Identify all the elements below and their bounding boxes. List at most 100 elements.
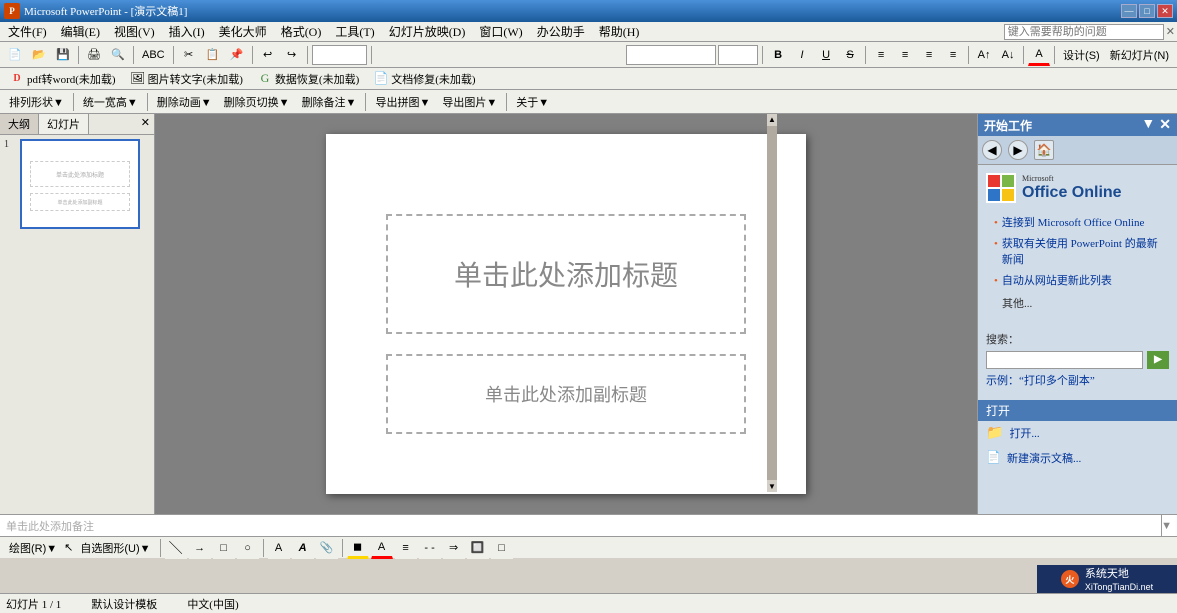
- watermark-icon: 火: [1061, 570, 1079, 588]
- align-center-button[interactable]: ≡: [894, 44, 916, 66]
- draw-button[interactable]: 绘图(R)▼: [4, 538, 62, 558]
- scroll-thumb-v[interactable]: [767, 126, 777, 480]
- export-img-button[interactable]: 导出图片▼: [437, 92, 502, 112]
- rp-search-go-button[interactable]: ▶: [1147, 351, 1169, 369]
- open-button[interactable]: 📂: [28, 44, 50, 66]
- dash-style-button[interactable]: - -: [419, 537, 441, 559]
- italic-button[interactable]: I: [791, 44, 813, 66]
- rp-close-button[interactable]: ✕: [1159, 117, 1171, 134]
- align-right-button[interactable]: ≡: [918, 44, 940, 66]
- title-placeholder[interactable]: 单击此处添加标题: [386, 214, 746, 334]
- clip-button[interactable]: 📎: [316, 537, 338, 559]
- menu-help[interactable]: 帮助(H): [593, 21, 646, 42]
- spell-button[interactable]: ABC: [138, 44, 169, 66]
- align-left-button[interactable]: ≡: [870, 44, 892, 66]
- open-file-button[interactable]: 📁 打开...: [978, 421, 1177, 446]
- datarecovery-plugin[interactable]: G 数据恢复(未加载): [252, 69, 364, 89]
- other-link[interactable]: 其他...: [986, 293, 1169, 317]
- menu-beautify[interactable]: 美化大师: [213, 21, 273, 42]
- about-button[interactable]: 关于▼: [511, 92, 554, 112]
- arrange-shapes-button[interactable]: 排列形状▼: [4, 92, 69, 112]
- slide-thumbnail-1[interactable]: 1 单击此处添加标题 单击此处添加副标题: [4, 139, 150, 229]
- docrepair-plugin[interactable]: 📄 文档修复(未加载): [368, 69, 480, 89]
- menu-edit[interactable]: 编辑(E): [55, 21, 106, 42]
- menu-assistant[interactable]: 办公助手: [531, 21, 591, 42]
- line-button[interactable]: ＼: [165, 537, 187, 559]
- help-search-input[interactable]: [1004, 24, 1164, 40]
- del-transition-button[interactable]: 删除页切换▼: [219, 92, 295, 112]
- autoshapes-button[interactable]: 自选图形(U)▼: [75, 538, 155, 558]
- tab-slides[interactable]: 幻灯片: [39, 114, 89, 134]
- oval-button[interactable]: ○: [237, 537, 259, 559]
- bold-button[interactable]: B: [767, 44, 789, 66]
- del-notes-button[interactable]: 删除备注▼: [297, 92, 362, 112]
- undo-button[interactable]: ↩: [257, 44, 279, 66]
- rp-search-input[interactable]: [986, 351, 1143, 369]
- search-example-text: 示例：“打印多个副本”: [986, 375, 1095, 387]
- rect-button[interactable]: □: [213, 537, 235, 559]
- menu-file[interactable]: 文件(F): [2, 21, 53, 42]
- new-button[interactable]: 📄: [4, 44, 26, 66]
- menu-slideshow[interactable]: 幻灯片放映(D): [383, 21, 472, 42]
- pdf2word-plugin[interactable]: D pdf转word(未加载): [4, 69, 121, 89]
- textbox-button[interactable]: A: [268, 537, 290, 559]
- arrow-button[interactable]: →: [189, 537, 211, 559]
- close-button[interactable]: ✕: [1157, 4, 1173, 18]
- notes-placeholder[interactable]: 单击此处添加备注: [6, 518, 94, 534]
- menu-view[interactable]: 视图(V): [108, 21, 161, 42]
- slide-canvas[interactable]: 单击此处添加标题 单击此处添加副标题: [326, 134, 806, 494]
- font-size-input[interactable]: 18: [718, 45, 758, 65]
- redo-button[interactable]: ↪: [281, 44, 303, 66]
- rp-back-button[interactable]: ◀: [982, 140, 1002, 160]
- decrease-font-button[interactable]: A↓: [997, 44, 1019, 66]
- line-style-button[interactable]: ≡: [395, 537, 417, 559]
- img2text-plugin[interactable]: 🖼 图片转文字(未加载): [125, 69, 248, 89]
- uniform-size-button[interactable]: 统一宽高▼: [78, 92, 143, 112]
- menu-format[interactable]: 格式(O): [275, 21, 328, 42]
- preview-button[interactable]: 🔍: [107, 44, 129, 66]
- subtitle-placeholder[interactable]: 单击此处添加副标题: [386, 354, 746, 434]
- underline-button[interactable]: U: [815, 44, 837, 66]
- design-button[interactable]: 设计(S): [1059, 44, 1104, 66]
- save-button[interactable]: 💾: [52, 44, 74, 66]
- cut-button[interactable]: ✂: [178, 44, 200, 66]
- new-slide-button[interactable]: 新幻灯片(N): [1106, 44, 1173, 66]
- arrow-style-button[interactable]: ⇒: [443, 537, 465, 559]
- menu-window[interactable]: 窗口(W): [473, 21, 528, 42]
- maximize-button[interactable]: □: [1139, 4, 1155, 18]
- menu-insert[interactable]: 插入(I): [163, 21, 211, 42]
- 3d-button[interactable]: □: [491, 537, 513, 559]
- rp-forward-button[interactable]: ▶: [1008, 140, 1028, 160]
- rp-dropdown-button[interactable]: ▼: [1141, 117, 1155, 134]
- notes-scrollbar[interactable]: ▼: [1161, 515, 1171, 537]
- link-autoupdate[interactable]: 自动从网站更新此列表: [994, 271, 1161, 292]
- menu-tools[interactable]: 工具(T): [329, 21, 380, 42]
- tab-outline[interactable]: 大纲: [0, 114, 39, 134]
- increase-font-button[interactable]: A↑: [973, 44, 995, 66]
- vertical-scrollbar[interactable]: ▲ ▼: [767, 114, 777, 492]
- font-color-btn2[interactable]: A: [371, 537, 393, 559]
- strikethrough-button[interactable]: S: [839, 44, 861, 66]
- wordart-button[interactable]: A: [292, 537, 314, 559]
- paste-button[interactable]: 📌: [226, 44, 248, 66]
- justify-button[interactable]: ≡: [942, 44, 964, 66]
- font-color-button[interactable]: A: [1028, 44, 1050, 66]
- zoom-input[interactable]: 48%: [312, 45, 367, 65]
- copy-button[interactable]: 📋: [202, 44, 224, 66]
- rp-home-button[interactable]: 🏠: [1034, 140, 1054, 160]
- minimize-button[interactable]: —: [1121, 4, 1137, 18]
- fill-color-button[interactable]: ◼: [347, 537, 369, 559]
- new-presentation-button[interactable]: 📄 新建演示文稿...: [978, 446, 1177, 470]
- print-button[interactable]: 🖨: [83, 44, 105, 66]
- wm-name: 系统天地: [1085, 568, 1129, 580]
- font-input[interactable]: 宋体: [626, 45, 716, 65]
- del-animation-button[interactable]: 删除动画▼: [152, 92, 217, 112]
- scroll-up-button[interactable]: ▲: [767, 114, 777, 125]
- export-puzzle-button[interactable]: 导出拼图▼: [370, 92, 435, 112]
- link-connect[interactable]: 连接到 Microsoft Office Online: [994, 213, 1161, 234]
- link-news[interactable]: 获取有关使用 PowerPoint 的最新新闻: [994, 234, 1161, 271]
- slide-panel-close-button[interactable]: ✕: [137, 114, 154, 134]
- shadow-button[interactable]: 🔲: [467, 537, 489, 559]
- scroll-down-button[interactable]: ▼: [767, 481, 777, 492]
- search-close-icon[interactable]: ✕: [1166, 25, 1175, 38]
